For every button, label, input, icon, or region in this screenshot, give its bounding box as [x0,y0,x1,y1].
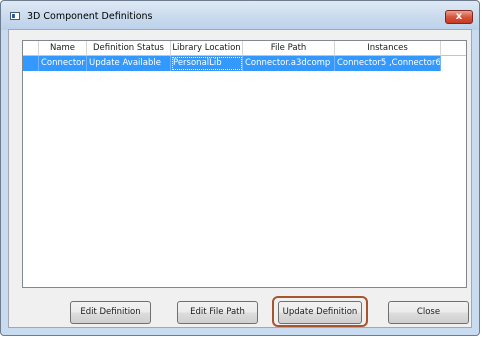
dialog-client-area: Name Definition Status Library Location … [8,29,472,328]
column-header-filler [441,41,466,56]
title-bar[interactable]: 3D Component Definitions x [1,1,479,30]
cell-name[interactable]: Connector [39,56,87,71]
edit-definition-button[interactable]: Edit Definition [70,301,151,324]
table-row[interactable]: Connector Update Available PersonalLib C… [23,56,466,71]
close-icon[interactable]: x [445,10,473,24]
edit-file-path-button[interactable]: Edit File Path [177,301,258,324]
row-header[interactable] [23,56,39,71]
column-header-name[interactable]: Name [39,41,87,56]
column-header-file-path[interactable]: File Path [243,41,335,56]
column-header-definition-status[interactable]: Definition Status [87,41,171,56]
close-button[interactable]: Close [388,301,469,324]
cell-definition-status[interactable]: Update Available [87,56,171,71]
component-definitions-dialog: 3D Component Definitions x Name Definiti… [0,0,480,336]
update-definition-button[interactable]: Update Definition [278,301,362,324]
definitions-table[interactable]: Name Definition Status Library Location … [22,40,467,288]
column-header-library-location[interactable]: Library Location [171,41,243,56]
row-header-corner [23,41,39,56]
cell-library-location[interactable]: PersonalLib [171,56,243,71]
table-header: Name Definition Status Library Location … [23,41,466,56]
cell-instances[interactable]: Connector5 ,Connector6 [335,56,441,71]
app-window-icon [10,12,20,20]
window-title: 3D Component Definitions [27,11,153,22]
cell-file-path[interactable]: Connector.a3dcomp [243,56,335,71]
column-header-instances[interactable]: Instances [335,41,441,56]
